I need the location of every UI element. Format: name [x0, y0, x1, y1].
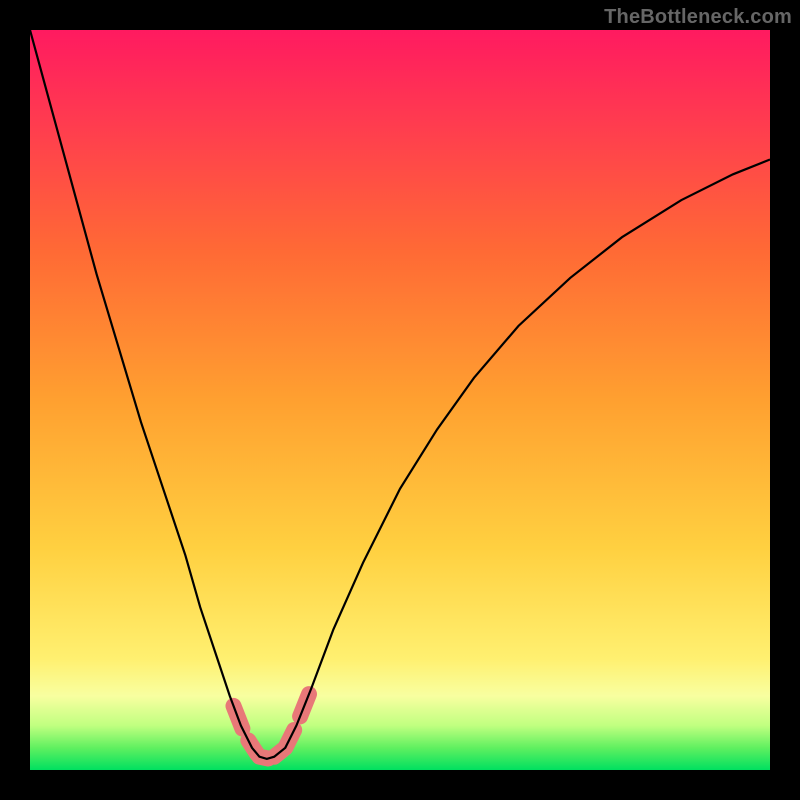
- watermark-text: TheBottleneck.com: [604, 6, 792, 29]
- bottleneck-chart: [30, 30, 770, 770]
- chart-frame: TheBottleneck.com: [0, 0, 800, 800]
- gradient-background: [30, 30, 770, 770]
- plot-area: [30, 30, 770, 770]
